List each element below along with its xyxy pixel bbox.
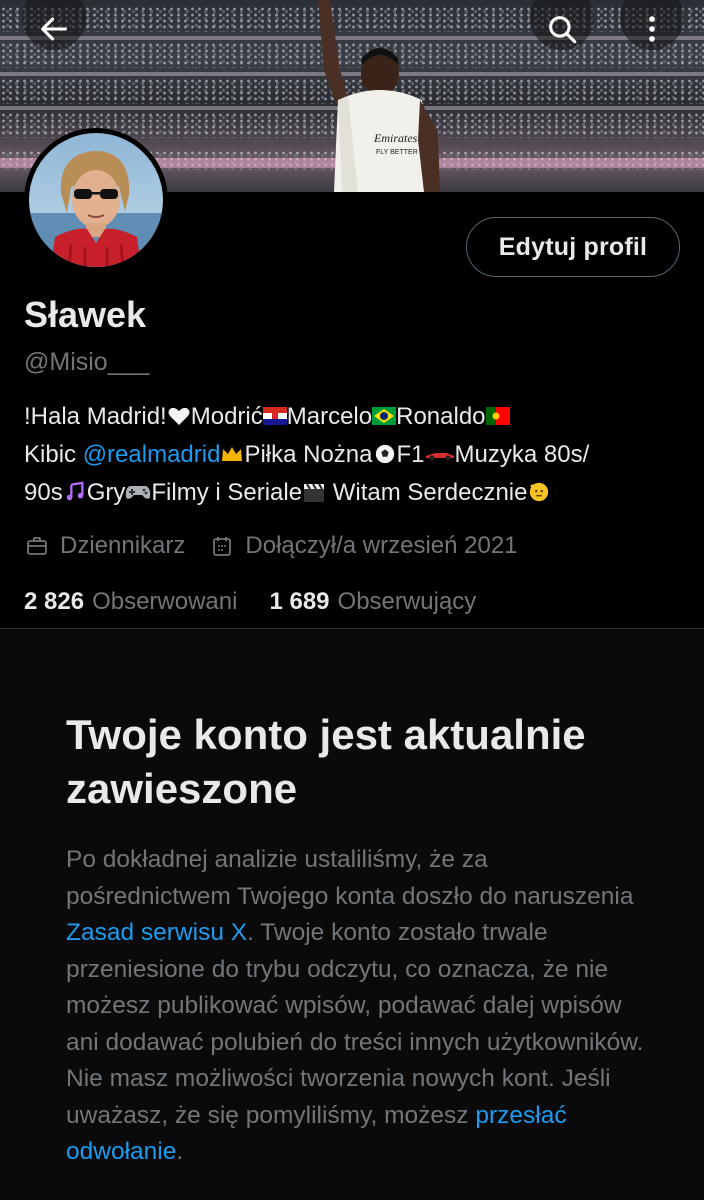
croatia-flag-icon	[262, 407, 287, 425]
banner-player-image: Emirates FLY BETTER	[318, 0, 440, 192]
profile-bio: !Hala Madrid! Modrić Marcelo Ronaldo Kibic …	[24, 398, 684, 512]
followers-count: 1 689	[269, 588, 330, 615]
calendar-icon	[213, 537, 232, 556]
saluting-face-icon	[530, 482, 549, 502]
crown-icon	[222, 447, 243, 461]
rules-link[interactable]: Zasad serwisu X	[66, 919, 247, 946]
briefcase-icon	[27, 537, 47, 555]
game-controller-icon	[126, 486, 151, 499]
bio-text: !Hala Madrid!	[24, 403, 167, 430]
follow-stats: 2 826 Obserwowani 1 689 Obserwujący	[24, 588, 508, 616]
bio-line: !Hala Madrid! Modrić Marcelo Ronaldo	[24, 398, 684, 436]
followers-link[interactable]: 1 689 Obserwujący	[269, 588, 476, 616]
bio-text: Piłka Nożna	[244, 441, 373, 468]
suspension-text: .	[176, 1138, 184, 1165]
joined-text: Dołączył/a wrzesień 2021	[245, 532, 518, 559]
avatar[interactable]	[24, 128, 168, 272]
avatar-photo	[29, 151, 163, 267]
bio-text: Witam Serdecznie	[326, 479, 528, 506]
following-link[interactable]: 2 826 Obserwowani	[24, 588, 237, 616]
suspension-title: Twoje konto jest aktualnie zawieszone	[66, 711, 586, 812]
bio-text: Kibic	[24, 441, 83, 468]
bio-line: 90s Gry Filmy i Seriale Witam Serdecznie	[24, 474, 684, 512]
svg-text:FLY BETTER: FLY BETTER	[376, 149, 418, 156]
realmadrid-mention-link[interactable]: @realmadrid	[83, 441, 221, 468]
bio-text: Marcelo	[286, 403, 373, 430]
portugal-flag-icon	[485, 407, 510, 425]
profession-text: Dziennikarz	[60, 532, 186, 559]
profile-name: Sławek	[24, 294, 147, 335]
bio-text: F1	[396, 441, 425, 468]
bio-text: Modrić	[190, 403, 263, 430]
joined-item: Dołączył/a wrzesień 2021	[209, 532, 518, 560]
followers-label: Obserwujący	[337, 588, 477, 615]
svg-text:Emirates: Emirates	[373, 131, 418, 145]
clapper-board-icon	[304, 483, 325, 502]
bio-text: Gry	[86, 479, 126, 506]
bio-text: Ronaldo	[396, 403, 486, 430]
suspension-body: Po dokładnej analizie ustaliliśmy, że za…	[66, 842, 650, 1171]
race-car-icon	[425, 453, 454, 461]
suspension-text: Po dokładnej analizie ustaliliśmy, że za…	[66, 846, 634, 910]
more-vertical-icon	[649, 16, 655, 42]
white-heart-icon	[168, 407, 190, 425]
following-label: Obserwowani	[92, 588, 238, 615]
brazil-flag-icon	[372, 407, 397, 425]
music-notes-icon	[66, 481, 84, 501]
search-icon	[549, 16, 577, 44]
bio-text: Muzyka 80s/	[454, 441, 590, 468]
bio-line: Kibic @realmadrid Piłka Nożna F1 Muzyka 80s…	[24, 436, 684, 474]
following-count: 2 826	[24, 588, 85, 615]
suspension-text: . Twoje konto zostało trwale przeniesion…	[66, 919, 644, 1129]
arrow-left-icon	[41, 17, 67, 41]
profile-handle: @Misio___	[24, 348, 150, 376]
edit-profile-button[interactable]: Edytuj profil	[466, 217, 680, 277]
profile-meta: Dziennikarz Dołączył/a wrzesień 2021	[24, 532, 542, 560]
bio-text: 90s	[24, 479, 63, 506]
profession-item: Dziennikarz	[24, 532, 185, 560]
bio-text: Filmy i Seriale	[151, 479, 303, 506]
soccer-ball-icon	[375, 444, 394, 464]
